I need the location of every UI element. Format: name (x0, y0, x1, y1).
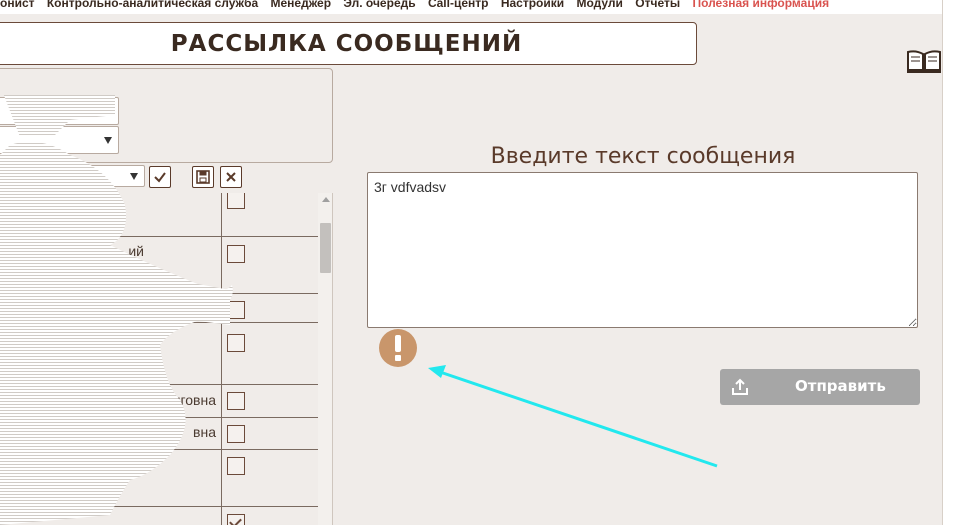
book-icon[interactable] (906, 48, 942, 74)
save-filter-button[interactable] (192, 166, 214, 188)
recipient-checkbox[interactable] (227, 334, 245, 352)
table-column-divider (221, 193, 222, 525)
nav-item-0[interactable]: онист (0, 0, 35, 9)
nav-item-modules[interactable]: Модули (576, 0, 622, 9)
recipient-checkbox[interactable] (227, 193, 245, 209)
top-nav: онист Контрольно-аналитическая служба Ме… (0, 0, 953, 14)
nav-item-useful-info[interactable]: Полезная информация (692, 0, 829, 9)
row-divider (0, 322, 318, 323)
row-divider (0, 384, 318, 385)
message-label: Введите текст сообщения (490, 144, 796, 169)
recipient-checkbox[interactable] (227, 301, 245, 319)
chevron-down-icon (130, 173, 138, 180)
send-button[interactable]: Отправить (720, 369, 920, 405)
recipient-checkbox[interactable] (227, 245, 245, 263)
recipient-name: вна (193, 424, 216, 440)
scrollbar-thumb[interactable] (320, 223, 331, 273)
exclamation-icon[interactable] (379, 329, 417, 367)
chevron-down-icon (104, 137, 112, 144)
exclamation-mark-glyph (395, 335, 401, 361)
filter-select-3[interactable] (0, 165, 145, 187)
row-divider (0, 236, 318, 237)
row-divider (0, 506, 318, 507)
scroll-up-icon[interactable] (322, 197, 330, 202)
nav-item-settings[interactable]: Настройки (501, 0, 564, 9)
row-divider (0, 417, 318, 418)
nav-item-reports[interactable]: Отчеты (635, 0, 680, 9)
send-button-label: Отправить (795, 377, 886, 395)
save-icon (196, 170, 210, 184)
filter-select-1[interactable] (0, 97, 119, 125)
recipient-name: ий (128, 243, 144, 259)
page-title-banner: РАССЫЛКА СООБЩЕНИЙ (0, 22, 697, 65)
recipients-table: ий онговна вна (0, 193, 333, 525)
page-title: РАССЫЛКА СООБЩЕНИЙ (170, 30, 523, 57)
row-divider (0, 449, 318, 450)
nav-item-manager[interactable]: Менеджер (271, 0, 332, 9)
filter-select-2[interactable] (0, 126, 119, 154)
recipient-checkbox[interactable] (227, 392, 245, 410)
check-icon (154, 172, 166, 183)
row-divider (0, 293, 318, 294)
nav-item-call-center[interactable]: Call-центр (428, 0, 489, 9)
recipient-name: онговна (164, 392, 216, 408)
nav-item-queue[interactable]: Эл. очередь (343, 0, 415, 9)
upload-icon (732, 378, 748, 395)
confirm-filter-button[interactable] (149, 166, 171, 188)
recipient-checkbox[interactable] (227, 514, 245, 525)
clear-filter-button[interactable] (220, 166, 242, 188)
message-input[interactable]: 3г vdfvadsv (367, 172, 918, 328)
chevron-down-icon (104, 108, 112, 115)
nav-item-analytics[interactable]: Контрольно-аналитическая служба (47, 0, 258, 9)
close-icon (226, 172, 236, 182)
table-scrollbar[interactable] (318, 193, 332, 525)
recipient-checkbox[interactable] (227, 457, 245, 475)
recipient-checkbox[interactable] (227, 425, 245, 443)
page-right-edge (942, 0, 953, 525)
